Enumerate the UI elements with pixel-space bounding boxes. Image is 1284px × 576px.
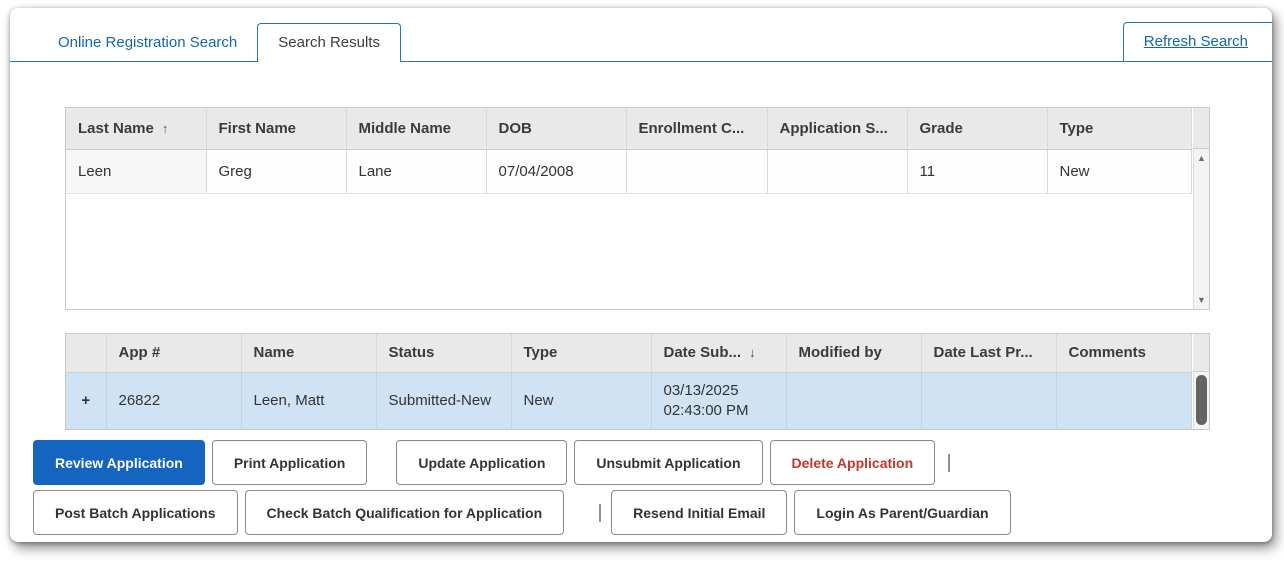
cell-status: Submitted-New	[376, 372, 512, 429]
cell-type: New	[1047, 149, 1192, 194]
scroll-down-icon[interactable]: ▼	[1194, 293, 1209, 307]
column-header-modified-by[interactable]: Modified by	[786, 334, 922, 373]
application-row-selected[interactable]: + 26822 Leen, Matt Submitted-New New 03/…	[66, 372, 1192, 429]
column-header-type[interactable]: Type	[1047, 108, 1192, 150]
scroll-up-icon[interactable]: ▲	[1194, 151, 1209, 165]
review-application-button[interactable]: Review Application	[33, 440, 205, 485]
student-row[interactable]: Leen Greg Lane 07/04/2008 11 New	[66, 149, 1192, 194]
sort-ascending-icon: ↑	[161, 120, 169, 136]
column-header-name[interactable]: Name	[241, 334, 377, 373]
column-header-comments[interactable]: Comments	[1056, 334, 1192, 373]
button-group-divider	[599, 503, 602, 522]
cell-date-last-printed	[921, 372, 1057, 429]
button-group-divider	[948, 453, 951, 472]
column-header-grade[interactable]: Grade	[907, 108, 1048, 150]
print-application-button[interactable]: Print Application	[211, 440, 368, 485]
scrollbar-header-cap	[1193, 334, 1209, 372]
tab-online-registration-search[interactable]: Online Registration Search	[38, 24, 257, 61]
action-row-1: Review Application Print Application Upd…	[33, 440, 1272, 485]
tab-bar: Online Registration Search Search Result…	[10, 8, 1272, 62]
column-header-app-type[interactable]: Type	[511, 334, 652, 373]
column-header-date-submitted[interactable]: Date Sub... ↓	[651, 334, 787, 373]
cell-comments	[1056, 372, 1192, 429]
column-header-last-name[interactable]: Last Name ↑	[66, 108, 207, 150]
delete-application-button[interactable]: Delete Application	[769, 440, 936, 485]
cell-enrollment	[626, 149, 768, 194]
cell-date-submitted: 03/13/2025 02:43:00 PM	[651, 372, 787, 429]
column-header-status[interactable]: Status	[376, 334, 512, 373]
action-row-2: Post Batch Applications Check Batch Qual…	[33, 490, 1272, 535]
cell-dob: 07/04/2008	[486, 149, 627, 194]
scrollbar-header-cap	[1193, 108, 1209, 149]
check-batch-qualification-button[interactable]: Check Batch Qualification for Applicatio…	[244, 490, 565, 535]
applications-header-row: App # Name Status Type Date Sub... ↓ Modi…	[66, 334, 1192, 373]
cell-name: Leen, Matt	[241, 372, 377, 429]
column-header-middle-name[interactable]: Middle Name	[346, 108, 487, 150]
resend-initial-email-button[interactable]: Resend Initial Email	[611, 490, 788, 535]
column-header-enrollment[interactable]: Enrollment C...	[626, 108, 768, 150]
expand-row-icon[interactable]: +	[66, 372, 107, 429]
column-header-expander	[66, 334, 107, 373]
column-header-app-number[interactable]: App #	[106, 334, 242, 373]
cell-grade: 11	[907, 149, 1048, 194]
applications-scrollbar[interactable]	[1193, 372, 1209, 429]
refresh-search-link[interactable]: Refresh Search	[1144, 33, 1248, 50]
students-scrollbar[interactable]: ▲ ▼	[1193, 149, 1209, 309]
unsubmit-application-button[interactable]: Unsubmit Application	[574, 440, 763, 485]
cell-first-name: Greg	[206, 149, 347, 194]
cell-app-number: 26822	[106, 372, 242, 429]
cell-middle-name: Lane	[346, 149, 487, 194]
sort-descending-icon: ↓	[749, 345, 756, 361]
column-header-application[interactable]: Application S...	[767, 108, 908, 150]
post-batch-applications-button[interactable]: Post Batch Applications	[33, 490, 238, 535]
login-as-parent-guardian-button[interactable]: Login As Parent/Guardian	[794, 490, 1011, 535]
cell-application	[767, 149, 908, 194]
column-header-date-last-printed[interactable]: Date Last Pr...	[921, 334, 1057, 373]
cell-app-type: New	[511, 372, 652, 429]
action-button-panel: Review Application Print Application Upd…	[10, 430, 1272, 535]
cell-modified-by	[786, 372, 922, 429]
refresh-search-container: Refresh Search	[1122, 22, 1272, 61]
tab-search-results[interactable]: Search Results	[257, 23, 401, 62]
students-header-row: Last Name ↑ First Name Middle Name DOB En…	[66, 108, 1192, 150]
online-registration-window: Online Registration Search Search Result…	[10, 8, 1272, 542]
content-area: Last Name ↑ First Name Middle Name DOB En…	[10, 62, 1272, 430]
students-table: Last Name ↑ First Name Middle Name DOB En…	[65, 107, 1210, 310]
update-application-button[interactable]: Update Application	[396, 440, 568, 485]
applications-table: App # Name Status Type Date Sub... ↓ Modi…	[65, 333, 1210, 430]
cell-last-name: Leen	[66, 149, 207, 194]
column-header-first-name[interactable]: First Name	[206, 108, 347, 150]
column-header-dob[interactable]: DOB	[486, 108, 627, 150]
scrollbar-thumb[interactable]	[1196, 375, 1207, 425]
